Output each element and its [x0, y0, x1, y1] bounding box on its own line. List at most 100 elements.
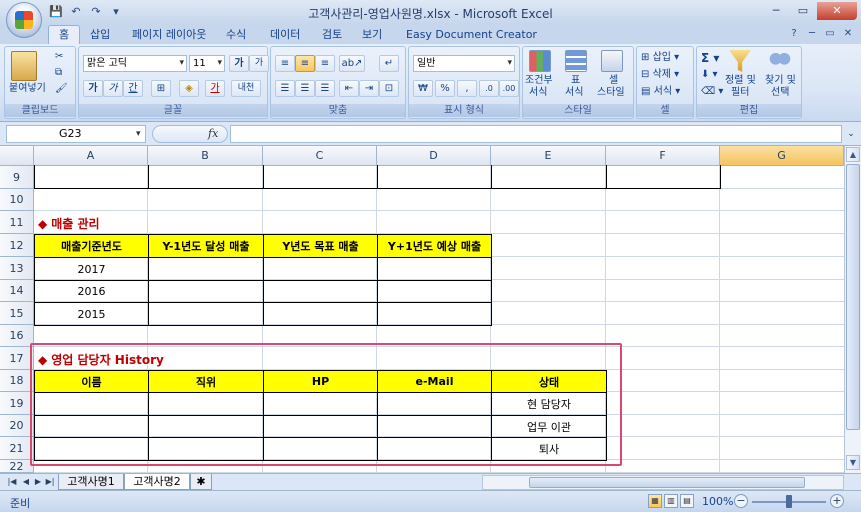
- vertical-scrollbar[interactable]: ▲ ▼: [844, 146, 861, 473]
- format-table-icon[interactable]: [565, 50, 587, 72]
- sheet-tab-2[interactable]: 고객사명2: [124, 474, 190, 490]
- sales-value-cell[interactable]: [148, 257, 264, 281]
- column-header-a[interactable]: A: [34, 146, 148, 166]
- tab-insert[interactable]: 삽입: [90, 26, 110, 44]
- format-painter-icon[interactable]: 🖌: [55, 83, 68, 95]
- row-header-12[interactable]: 12: [0, 234, 34, 257]
- tab-review[interactable]: 검토: [322, 26, 342, 44]
- table-cell[interactable]: [34, 165, 149, 189]
- expand-formula-bar-icon[interactable]: ⌄: [845, 126, 857, 142]
- grow-font-button[interactable]: 가: [229, 55, 249, 72]
- row-header-17[interactable]: 17: [0, 347, 34, 370]
- close-button[interactable]: ✕: [817, 2, 857, 20]
- insert-sheet-icon[interactable]: ✱: [190, 474, 212, 490]
- percent-button[interactable]: %: [435, 80, 455, 97]
- decrease-decimal-button[interactable]: .00: [499, 80, 519, 97]
- tab-easy-document-creator[interactable]: Easy Document Creator: [406, 26, 537, 44]
- sales-header-cell[interactable]: Y+1년도 예상 매출: [377, 234, 492, 258]
- horizontal-scrollbar[interactable]: [482, 475, 844, 490]
- row-header-15[interactable]: 15: [0, 302, 34, 325]
- phonetic-button[interactable]: 내천: [231, 80, 261, 97]
- borders-button[interactable]: ⊞: [151, 80, 171, 97]
- sales-year-cell[interactable]: 2017: [34, 257, 149, 281]
- orientation-button[interactable]: ab↗: [339, 55, 365, 72]
- currency-button[interactable]: ₩: [413, 80, 433, 97]
- increase-decimal-button[interactable]: .0: [479, 80, 499, 97]
- row-header-18[interactable]: 18: [0, 370, 34, 392]
- row-header-16[interactable]: 16: [0, 325, 34, 347]
- format-table-label[interactable]: 표: [571, 75, 580, 87]
- align-center-button[interactable]: ☰: [295, 80, 315, 97]
- sales-value-cell[interactable]: [263, 280, 378, 303]
- name-box[interactable]: G23: [6, 125, 146, 143]
- align-left-button[interactable]: ☰: [275, 80, 295, 97]
- column-header-f[interactable]: F: [606, 146, 720, 166]
- sales-value-cell[interactable]: [263, 302, 378, 326]
- row-header-11[interactable]: 11: [0, 211, 34, 234]
- align-bottom-button[interactable]: ≡: [315, 55, 335, 72]
- row-header-21[interactable]: 21: [0, 437, 34, 460]
- tab-formulas[interactable]: 수식: [226, 26, 246, 44]
- column-header-e[interactable]: E: [491, 146, 606, 166]
- delete-cells-button[interactable]: ⊟ 삭제 ▾: [641, 69, 679, 81]
- zoom-level[interactable]: 100%: [702, 495, 733, 508]
- paste-button[interactable]: [11, 51, 37, 81]
- sales-year-cell[interactable]: 2015: [34, 302, 149, 326]
- office-button[interactable]: [6, 2, 42, 38]
- fill-icon[interactable]: ⬇ ▾: [701, 69, 718, 81]
- sort-filter-label2[interactable]: 필터: [731, 87, 749, 99]
- column-header-d[interactable]: D: [377, 146, 491, 166]
- conditional-format-icon[interactable]: [529, 50, 551, 72]
- sales-value-cell[interactable]: [263, 257, 378, 281]
- sales-header-cell[interactable]: Y년도 목표 매출: [263, 234, 378, 258]
- align-right-button[interactable]: ☰: [315, 80, 335, 97]
- minimize-button[interactable]: ─: [763, 2, 789, 20]
- sort-filter-icon[interactable]: [729, 50, 751, 72]
- sales-value-cell[interactable]: [377, 302, 492, 326]
- select-all-corner[interactable]: [0, 146, 34, 166]
- page-layout-view-icon[interactable]: ▥: [664, 494, 678, 508]
- font-color-button[interactable]: 가: [205, 80, 225, 97]
- column-header-c[interactable]: C: [263, 146, 377, 166]
- table-cell[interactable]: [606, 165, 721, 189]
- font-size-combo[interactable]: 11: [189, 55, 225, 72]
- maximize-button[interactable]: ▭: [790, 2, 816, 20]
- name-box-dropdown-icon[interactable]: ▾: [136, 125, 141, 143]
- underline-button[interactable]: 간: [123, 80, 143, 97]
- increase-indent-button[interactable]: ⇥: [359, 80, 379, 97]
- zoom-in-icon[interactable]: +: [830, 494, 844, 508]
- row-header-22[interactable]: 22: [0, 460, 34, 473]
- sales-value-cell[interactable]: [377, 257, 492, 281]
- sales-value-cell[interactable]: [377, 280, 492, 303]
- table-cell[interactable]: [491, 165, 607, 189]
- shrink-font-button[interactable]: 가: [249, 55, 269, 72]
- sheet-tab-1[interactable]: 고객사명1: [58, 474, 124, 490]
- scroll-down-icon[interactable]: ▼: [846, 455, 860, 470]
- sales-year-cell[interactable]: 2016: [34, 280, 149, 303]
- tab-view[interactable]: 보기: [362, 26, 382, 44]
- scroll-up-icon[interactable]: ▲: [846, 147, 860, 162]
- insert-cells-button[interactable]: ⊞ 삽입 ▾: [641, 52, 679, 64]
- row-header-19[interactable]: 19: [0, 392, 34, 415]
- table-cell[interactable]: [148, 165, 264, 189]
- tab-page-layout[interactable]: 페이지 레이아웃: [132, 26, 206, 44]
- row-header-10[interactable]: 10: [0, 189, 34, 211]
- number-format-combo[interactable]: 일반: [413, 55, 515, 72]
- cell-styles-icon[interactable]: [601, 50, 623, 72]
- vertical-scroll-thumb[interactable]: [846, 164, 860, 430]
- find-select-icon[interactable]: [769, 50, 791, 72]
- sales-value-cell[interactable]: [148, 302, 264, 326]
- decrease-indent-button[interactable]: ⇤: [339, 80, 359, 97]
- copy-icon[interactable]: ⧉: [55, 67, 62, 79]
- horizontal-scroll-thumb[interactable]: [529, 477, 805, 488]
- tab-data[interactable]: 데이터: [270, 26, 300, 44]
- align-middle-button[interactable]: ≡: [295, 55, 315, 72]
- prev-sheet-icon[interactable]: ◀: [20, 476, 32, 488]
- doc-minimize-icon[interactable]: ─: [805, 27, 819, 41]
- format-table-label2[interactable]: 서식: [565, 87, 583, 99]
- worksheet-grid[interactable]: A B C D E F G 9 10 11 12 13 14 15 16 17 18 19 20 21 22 ◆ 매출 관리…: [0, 146, 861, 473]
- clear-icon[interactable]: ⌫ ▾: [701, 86, 723, 98]
- first-sheet-icon[interactable]: |◀: [6, 476, 18, 488]
- format-cells-button[interactable]: ▤ 서식 ▾: [641, 86, 680, 98]
- merge-center-button[interactable]: ⊡: [379, 80, 399, 97]
